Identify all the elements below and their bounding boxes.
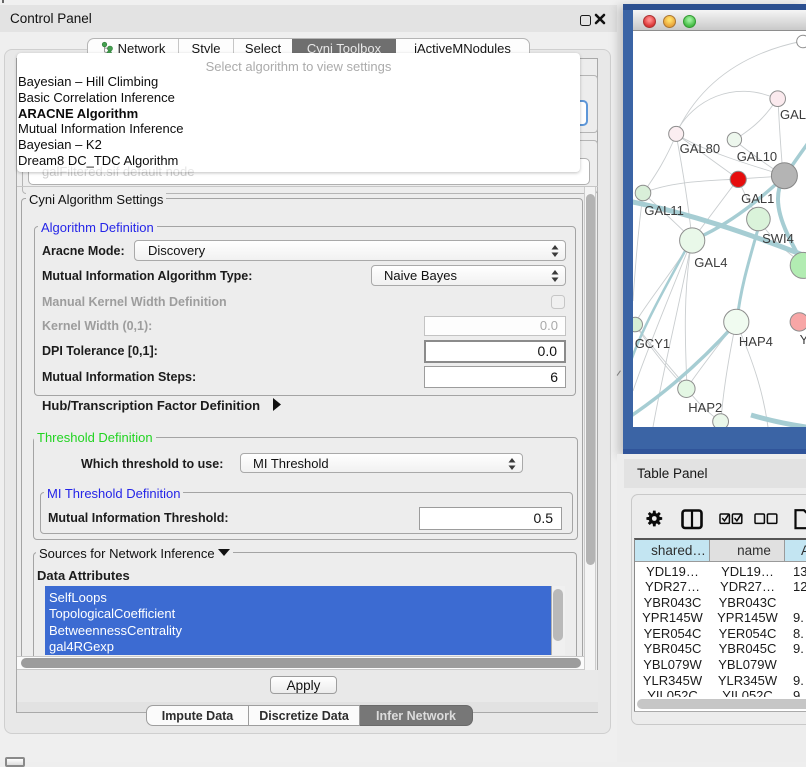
svg-text:GAL11: GAL11 (644, 203, 684, 218)
svg-text:HAP2: HAP2 (688, 400, 722, 415)
svg-text:Y: Y (800, 332, 806, 347)
svg-text:SWI4: SWI4 (762, 231, 794, 246)
svg-text:HAP4: HAP4 (739, 334, 773, 349)
svg-text:GAL10: GAL10 (737, 149, 777, 164)
svg-text:GAL4: GAL4 (694, 255, 727, 270)
svg-text:GAL1: GAL1 (741, 191, 774, 206)
svg-text:GAL80: GAL80 (680, 141, 720, 156)
svg-text:GAL7: GAL7 (780, 107, 806, 122)
svg-text:GCY1: GCY1 (635, 336, 670, 351)
